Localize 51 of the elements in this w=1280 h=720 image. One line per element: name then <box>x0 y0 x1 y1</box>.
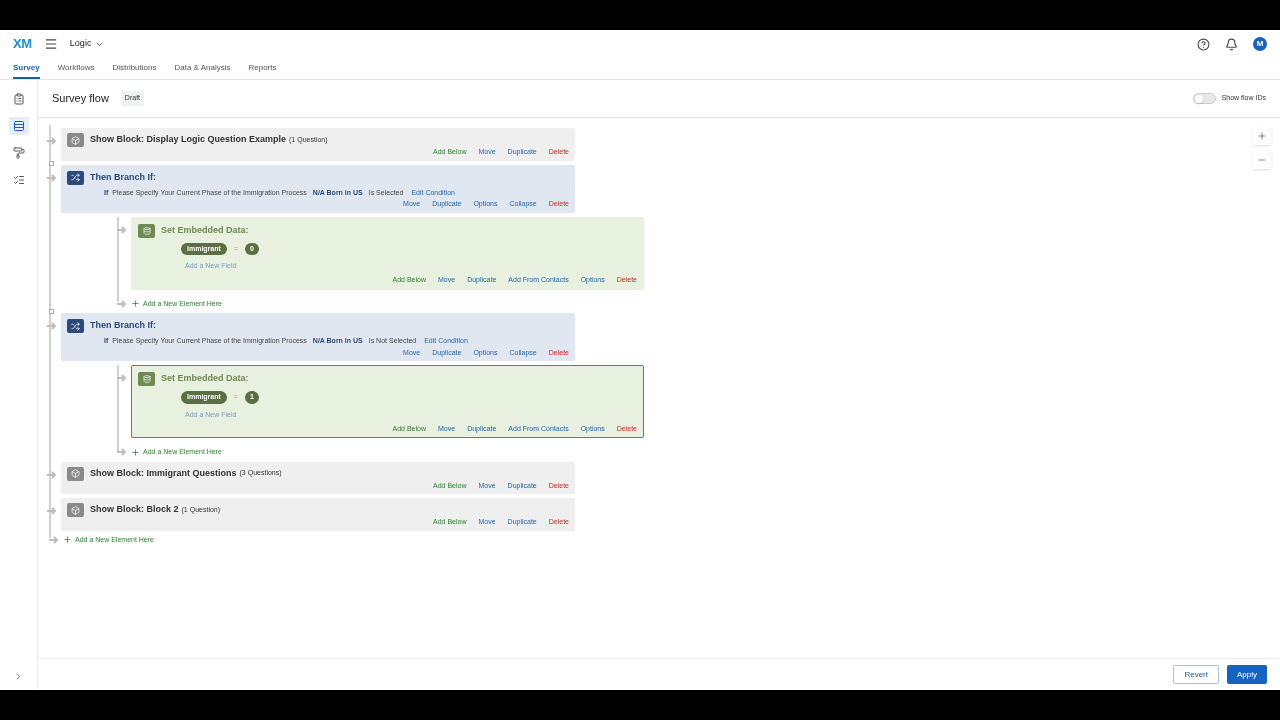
notification-icon[interactable] <box>1225 37 1238 51</box>
expand-icon[interactable] <box>14 672 23 681</box>
nav-tab[interactable]: Workflows <box>57 58 95 79</box>
connector-arrow-icon <box>47 172 57 183</box>
plus-icon <box>131 447 140 457</box>
embedded-data-title: Set Embedded Data: <box>161 223 249 237</box>
embedded-data-title: Set Embedded Data: <box>161 372 249 386</box>
sidebar-button[interactable] <box>8 117 29 135</box>
nav-tab[interactable]: Data & Analysis <box>174 58 231 79</box>
connector-arrow-icon <box>117 373 127 383</box>
page-title: Survey flow <box>52 91 109 107</box>
embedded-data-icon <box>138 223 155 238</box>
connector-arrow-icon <box>117 224 127 235</box>
connector-arrow-icon <box>117 298 127 309</box>
plus-icon <box>63 535 72 545</box>
block-title: Show Block: Immigrant Questions <box>90 466 237 480</box>
connector-arrow-icon <box>47 469 57 480</box>
clipboard-icon <box>12 93 25 105</box>
block-icon <box>67 466 84 481</box>
rows-icon <box>12 120 25 132</box>
nav-tab[interactable]: Reports <box>248 58 277 79</box>
connector-arrow-icon <box>47 506 57 516</box>
branch-title: Then Branch If: <box>90 170 156 184</box>
block-title: Show Block: Display Logic Question Example <box>90 133 287 147</box>
footer-button[interactable]: Apply <box>1227 665 1267 684</box>
project-dropdown[interactable]: Logic <box>69 37 105 51</box>
nav-tab[interactable]: Survey <box>13 58 40 79</box>
branch-icon <box>67 319 84 333</box>
embedded-data-icon <box>138 372 155 386</box>
footer-button[interactable]: Revert <box>1173 665 1219 684</box>
branch-icon <box>67 170 84 185</box>
collapse-toggle-icon[interactable] <box>49 309 54 314</box>
branch-title: Then Branch If: <box>90 319 156 333</box>
connector-arrow-icon <box>117 447 127 458</box>
toggle-switch[interactable] <box>1192 93 1216 104</box>
paint-roller-icon <box>12 147 25 159</box>
connector-arrow-icon <box>49 534 59 545</box>
collapse-toggle-icon[interactable] <box>49 160 54 166</box>
checklist-icon <box>12 174 25 186</box>
plus-icon <box>131 299 140 309</box>
block-icon <box>67 133 84 147</box>
menu-icon[interactable] <box>43 37 58 51</box>
plus-icon <box>1257 131 1267 141</box>
block-icon <box>67 503 84 517</box>
app-logo[interactable]: XM <box>13 34 32 54</box>
help-icon[interactable] <box>1197 37 1210 51</box>
connector-arrow-icon <box>47 321 57 331</box>
block-title: Show Block: Block 2 <box>90 503 179 517</box>
user-avatar[interactable]: M <box>1253 37 1267 51</box>
connector-arrow-icon <box>47 136 57 146</box>
nav-tab[interactable]: Distributions <box>112 58 157 79</box>
